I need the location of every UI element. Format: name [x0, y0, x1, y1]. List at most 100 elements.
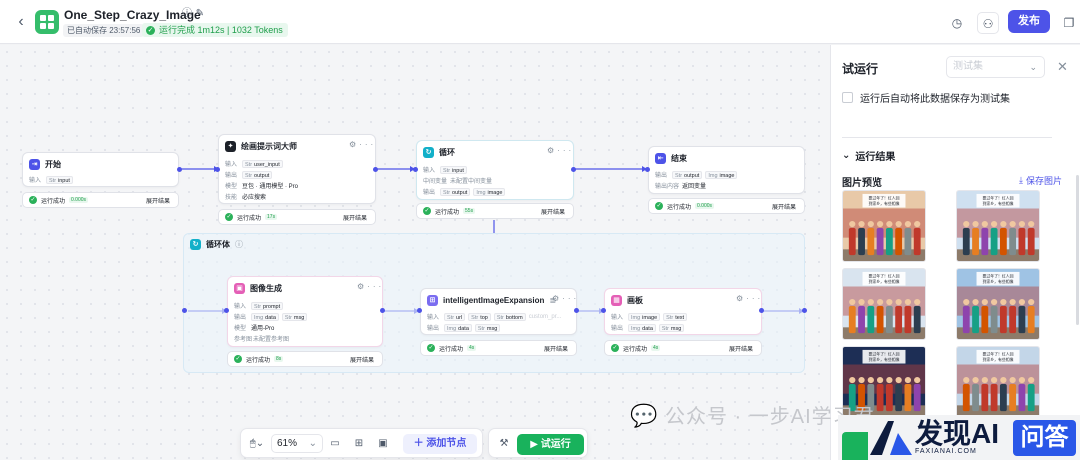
image-generation-node[interactable]: ▣ 图像生成 ⚙··· 输入 Str prompt 输出 Img data Str m…: [227, 276, 383, 347]
expand-results-button[interactable]: 展开结果: [729, 344, 753, 353]
model-value: 通用-Pro: [251, 326, 275, 332]
panel-title: 试运行: [842, 62, 879, 76]
testset-select[interactable]: 测试集 ⌄: [946, 56, 1045, 78]
node-actions-icon[interactable]: ⚙···: [552, 294, 579, 303]
expand-results-button[interactable]: 展开结果: [544, 344, 568, 353]
zoom-select[interactable]: 61% ⌄: [271, 434, 323, 453]
variable-chip: Str output: [672, 170, 703, 179]
input-port[interactable]: [413, 167, 418, 172]
run-toolbar: ⚒ ▶ 试运行: [488, 428, 588, 458]
close-icon[interactable]: ✕: [1057, 59, 1068, 75]
check-icon: ✓: [146, 25, 155, 35]
edit-icon[interactable]: ✎: [194, 8, 206, 20]
run-results-toggle[interactable]: ⌄ 运行结果: [842, 148, 895, 163]
layout-icon[interactable]: ⊞: [351, 435, 367, 453]
loop-body-input-port[interactable]: [182, 308, 187, 313]
model-value: 豆包 · 通用模型 · Pro: [242, 184, 299, 190]
check-icon: ✓: [423, 207, 431, 215]
field-label: 输入: [29, 178, 42, 184]
info-icon[interactable]: ⓘ: [235, 239, 243, 250]
field-label: 输入: [423, 168, 436, 174]
end-node[interactable]: ⇤ 结束 输出 Str output Img image 输出内容 返回变量: [648, 146, 805, 194]
collaborators-icon[interactable]: ⚇: [977, 12, 999, 34]
variable-chip: Str prompt: [251, 301, 284, 310]
input-port[interactable]: [224, 308, 229, 313]
debug-icon[interactable]: ⚒: [495, 435, 513, 453]
node-actions-icon[interactable]: ⚙···: [357, 282, 384, 291]
loop-icon: ↻: [423, 147, 434, 158]
minimap-icon[interactable]: ▣: [375, 435, 391, 453]
loop-node[interactable]: ↻ 循环 ⚙··· 输入 Str input 中间变量 未配置中间变量 输出 St…: [416, 140, 574, 200]
field-label: 输出: [611, 326, 624, 332]
output-port[interactable]: [373, 167, 378, 172]
checkbox[interactable]: [842, 92, 853, 103]
duration-badge: 4s: [651, 345, 661, 351]
check-icon: ✓: [427, 344, 435, 352]
test-run-button[interactable]: ▶ 试运行: [517, 434, 584, 455]
panel-scrollbar[interactable]: [1076, 175, 1079, 325]
info-icon[interactable]: ⓘ: [181, 8, 193, 20]
save-as-testset-checkbox[interactable]: 运行后自动将此数据保存为测试集: [842, 90, 1010, 105]
checkbox-label: 运行后自动将此数据保存为测试集: [860, 94, 1010, 105]
node-title: intelligentImageExpansion: [443, 296, 545, 305]
chevron-down-icon: ⌄: [842, 150, 851, 161]
node-actions-icon[interactable]: ⚙···: [547, 146, 574, 155]
input-port[interactable]: [417, 308, 422, 313]
add-node-button[interactable]: ＋ 添加节点: [403, 434, 477, 454]
start-node[interactable]: ⇥ 开始 输入 Str input: [22, 152, 179, 187]
copy-icon[interactable]: ❐: [1058, 12, 1080, 34]
node-actions-icon[interactable]: ⚙···: [349, 140, 376, 149]
field-label: 输出: [423, 190, 436, 196]
image-expansion-node[interactable]: ⊞ intelligentImageExpansion ≣ ⚙··· 输入 St…: [420, 288, 577, 335]
status-text: 运行成功: [41, 198, 66, 205]
expand-results-button[interactable]: 展开结果: [541, 207, 565, 216]
loop-run-status: ✓ 运行成功 55s 展开结果: [416, 203, 574, 219]
input-port[interactable]: [601, 308, 606, 313]
save-images-button[interactable]: ⤓ 保存图片: [1019, 174, 1062, 187]
plugin-icon: ⊞: [427, 295, 438, 306]
node-title: 绘画提示词大师: [241, 142, 297, 151]
preview-thumbnail[interactable]: 要过年了！红人回 到家乡，有些相像: [842, 190, 926, 262]
mouse-mode-icon[interactable]: 🖱︎⌄: [247, 435, 267, 453]
variable-chip: Str input: [440, 165, 467, 174]
zoom-value: 61%: [277, 438, 298, 449]
status-text: 运行成功: [246, 357, 271, 364]
expand-results-button[interactable]: 展开结果: [772, 202, 796, 211]
prompt-master-node[interactable]: ✦ 绘画提示词大师 ⚙··· 输入 Str user_input 输出 Str ou…: [218, 134, 376, 204]
output-port[interactable]: [574, 308, 579, 313]
preview-thumbnail[interactable]: 要过年了！红人回 到家乡，有些相像: [842, 268, 926, 340]
output-port[interactable]: [177, 167, 182, 172]
loop-body-output-port[interactable]: [802, 308, 807, 313]
llm-icon: ✦: [225, 141, 236, 152]
output-port[interactable]: [759, 308, 764, 313]
drawing-board-node[interactable]: ▦ 画板 ⚙··· 输入 Img image Str text 输出 Img data…: [604, 288, 762, 335]
output-port[interactable]: [380, 308, 385, 313]
input-port[interactable]: [645, 167, 650, 172]
end-icon: ⇤: [655, 153, 666, 164]
variable-chip: Img image: [628, 312, 661, 321]
field-label: 中间变量: [423, 179, 448, 185]
preview-thumbnail[interactable]: 要过年了！红人回 到家乡，有些相像: [956, 346, 1040, 418]
expand-results-button[interactable]: 展开结果: [343, 213, 367, 222]
output-port[interactable]: [571, 167, 576, 172]
thumbnail-caption: 要过年了！红人回: [868, 274, 899, 279]
preview-thumbnail[interactable]: 要过年了！红人回 到家乡，有些相像: [956, 268, 1040, 340]
node-actions-icon[interactable]: ⚙···: [736, 294, 763, 303]
variable-chip: Str msg: [658, 323, 685, 332]
expand-results-button[interactable]: 展开结果: [146, 196, 170, 205]
comment-icon[interactable]: ▭: [327, 435, 343, 453]
field-label: 模型: [225, 184, 238, 190]
publish-button[interactable]: 发布: [1008, 10, 1050, 33]
input-port[interactable]: [215, 167, 220, 172]
logo-badge: 问答: [1013, 420, 1076, 456]
status-text: 运行成功: [623, 346, 648, 353]
add-node-label: 添加节点: [426, 438, 467, 449]
expand-results-button[interactable]: 展开结果: [350, 355, 374, 364]
duration-badge: 17s: [265, 214, 278, 220]
node-title: 画板: [627, 296, 643, 305]
thumbnail-caption: 要过年了！红人回: [982, 352, 1013, 357]
variable-chip: Str bottom: [493, 312, 526, 321]
preview-thumbnail[interactable]: 要过年了！红人回 到家乡，有些相像: [956, 190, 1040, 262]
history-icon[interactable]: ◷: [946, 12, 968, 34]
chevron-left-icon[interactable]: ‹: [12, 13, 30, 31]
